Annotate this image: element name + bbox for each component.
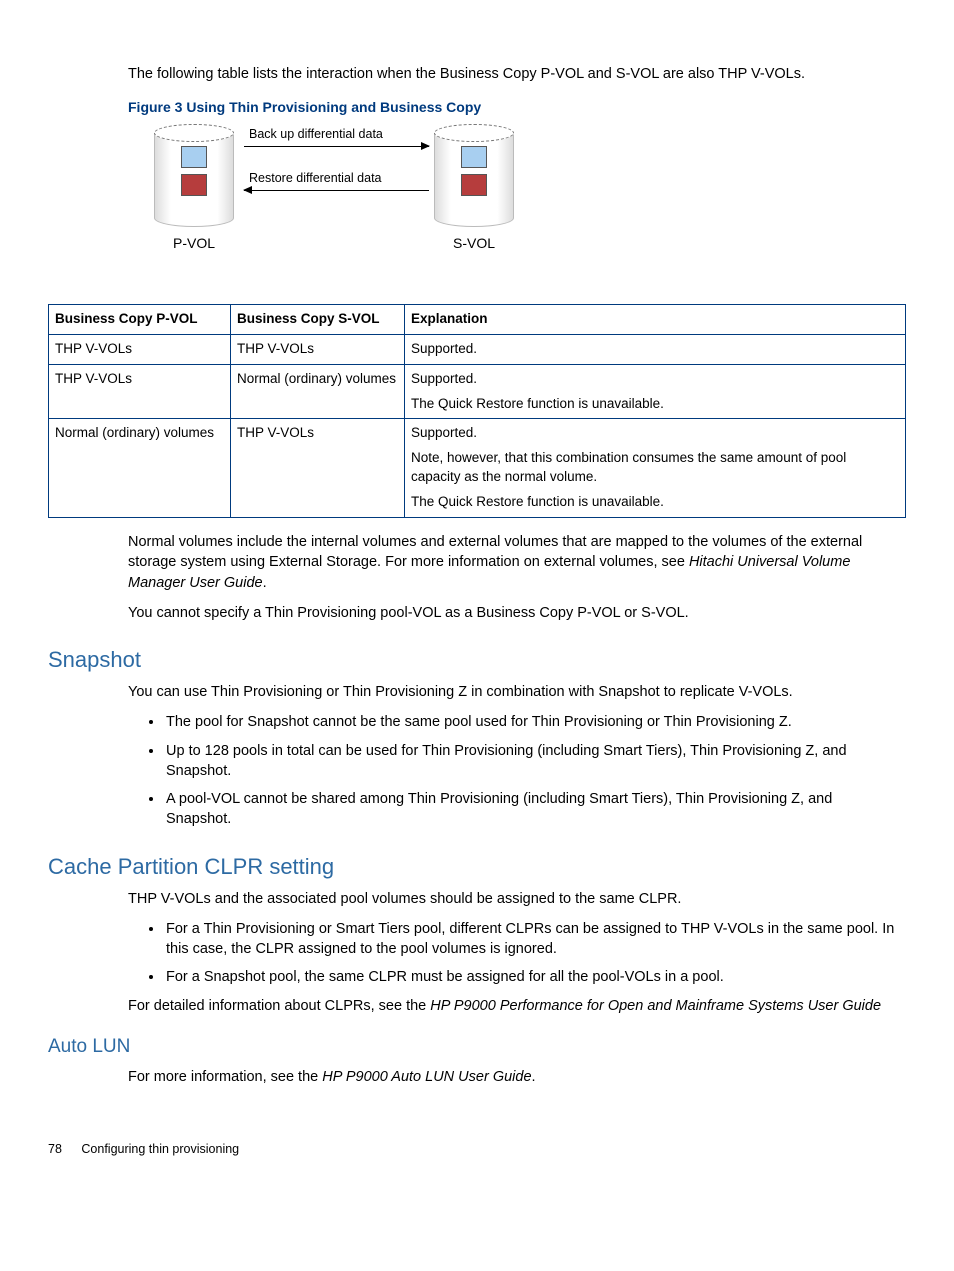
backup-arrow-label: Back up differential data [249,126,424,144]
restore-arrow-label: Restore differential data [249,170,424,188]
list-item: Up to 128 pools in total can be used for… [164,741,898,782]
intro-paragraph: The following table lists the interactio… [128,64,898,84]
table-header: Business Copy P-VOL [49,304,231,334]
pvol-label: P-VOL [154,234,234,254]
page-footer: 78 Configuring thin provisioning [48,1141,906,1159]
table-cell: Normal (ordinary) volumes [49,419,231,518]
table-row: THP V-VOLs THP V-VOLs Supported. [49,334,906,364]
after-table-paragraph-2: You cannot specify a Thin Provisioning p… [128,603,898,623]
list-item: For a Snapshot pool, the same CLPR must … [164,967,898,987]
autolun-text: For more information, see the HP P9000 A… [128,1067,898,1087]
heading-clpr: Cache Partition CLPR setting [48,852,906,883]
list-item: The pool for Snapshot cannot be the same… [164,712,898,732]
interaction-table: Business Copy P-VOL Business Copy S-VOL … [48,304,906,518]
heading-autolun: Auto LUN [48,1034,906,1061]
table-cell: THP V-VOLs [49,364,231,419]
figure-diagram: P-VOL S-VOL Back up differential data Re… [154,124,564,274]
table-cell: THP V-VOLs [49,334,231,364]
clpr-outro: For detailed information about CLPRs, se… [128,996,898,1016]
pvol-block-blue [181,146,207,168]
snapshot-bullets: The pool for Snapshot cannot be the same… [128,712,898,829]
table-header: Business Copy S-VOL [231,304,405,334]
table-cell: Supported. The Quick Restore function is… [405,364,906,419]
footer-section: Configuring thin provisioning [81,1142,239,1156]
list-item: For a Thin Provisioning or Smart Tiers p… [164,919,898,960]
figure-caption: Figure 3 Using Thin Provisioning and Bus… [128,98,898,118]
restore-arrow [244,190,429,191]
pvol-cylinder: P-VOL [154,124,234,224]
table-cell: THP V-VOLs [231,419,405,518]
clpr-bullets: For a Thin Provisioning or Smart Tiers p… [128,919,898,988]
snapshot-intro: You can use Thin Provisioning or Thin Pr… [128,682,898,702]
svol-block-blue [461,146,487,168]
pvol-block-red [181,174,207,196]
after-table-paragraph-1: Normal volumes include the internal volu… [128,532,898,593]
table-row: THP V-VOLs Normal (ordinary) volumes Sup… [49,364,906,419]
table-cell: THP V-VOLs [231,334,405,364]
page-number: 78 [48,1141,62,1159]
svol-label: S-VOL [434,234,514,254]
table-header: Explanation [405,304,906,334]
list-item: A pool-VOL cannot be shared among Thin P… [164,789,898,830]
backup-arrow [244,146,429,147]
svol-block-red [461,174,487,196]
table-row: Normal (ordinary) volumes THP V-VOLs Sup… [49,419,906,518]
svol-cylinder: S-VOL [434,124,514,224]
heading-snapshot: Snapshot [48,645,906,676]
table-cell: Normal (ordinary) volumes [231,364,405,419]
table-cell: Supported. [405,334,906,364]
clpr-intro: THP V-VOLs and the associated pool volum… [128,889,898,909]
table-cell: Supported. Note, however, that this comb… [405,419,906,518]
table-header-row: Business Copy P-VOL Business Copy S-VOL … [49,304,906,334]
